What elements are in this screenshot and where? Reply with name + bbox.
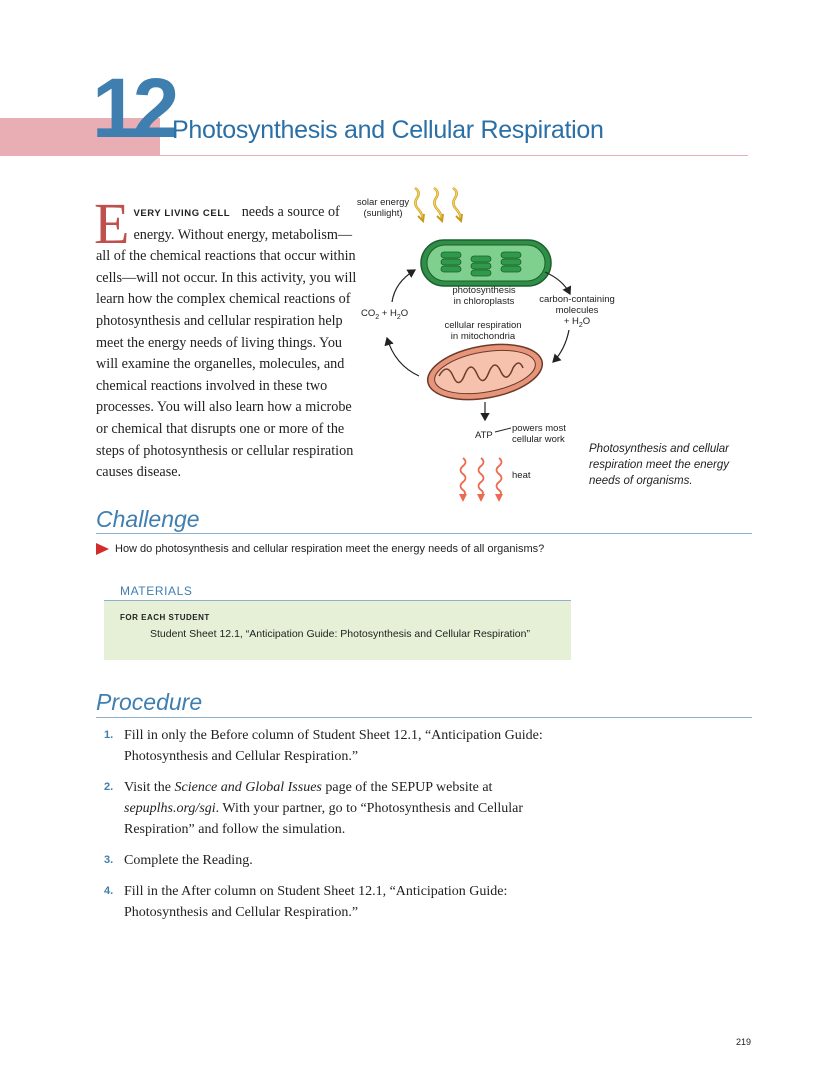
co2-plus-text: + H	[379, 308, 397, 319]
carbon-text-3: + H2O	[537, 316, 617, 331]
intro-body: needs a source of energy. Without energy…	[96, 204, 357, 481]
solar-energy-text: solar energy	[356, 197, 410, 208]
procedure-heading: Procedure	[96, 689, 203, 715]
step-text: Fill in the After column on Student Shee…	[124, 884, 508, 920]
procedure-step: 2. Visit the Science and Global Issues p…	[104, 777, 574, 840]
diagram-caption: Photosynthesis and cellular respiration …	[589, 443, 729, 487]
chloroplasts-text: in chloroplasts	[453, 296, 515, 307]
sunlight-arrows-icon	[414, 186, 463, 224]
step-text: Complete the Reading.	[124, 853, 253, 868]
atp-connector	[494, 427, 512, 433]
materials-heading: MATERIALS	[120, 584, 193, 598]
step-number: 2.	[104, 781, 114, 793]
co2-text: CO	[361, 308, 376, 319]
triangle-bullet-icon	[96, 543, 109, 556]
heat-arrows-icon	[459, 457, 503, 502]
procedure-rule	[96, 717, 752, 718]
respiration-text: cellular respiration	[444, 320, 522, 331]
energy-cycle-diagram: solar energy (sunlight) photosynthesis i…	[355, 180, 615, 510]
atp-label: ATP	[475, 430, 493, 441]
challenge-heading: Challenge	[96, 506, 200, 532]
carbon-text-2: molecules	[555, 305, 599, 316]
step-number: 1.	[104, 729, 114, 741]
drop-cap: E	[94, 191, 130, 256]
solar-energy-label: solar energy (sunlight)	[355, 197, 411, 219]
step-number: 3.	[104, 854, 114, 866]
heat-label: heat	[512, 470, 531, 481]
step-text: Fill in only the Before column of Studen…	[124, 728, 543, 764]
diagram-graphic	[384, 186, 572, 502]
mitochondria-text: in mitochondria	[450, 331, 516, 342]
sunlight-text: (sunlight)	[363, 208, 403, 219]
challenge-question: How do photosynthesis and cellular respi…	[96, 543, 545, 556]
carbon-text-3-post: O	[582, 316, 591, 327]
carbon-text-3-pre: + H	[563, 316, 579, 327]
materials-box: FOR EACH STUDENT Student Sheet 12.1, “An…	[104, 600, 571, 660]
carbon-text-1: carbon-containing	[539, 294, 615, 305]
respiration-label: cellular respiration in mitochondria	[433, 320, 533, 342]
challenge-question-text: How do photosynthesis and cellular respi…	[115, 543, 545, 555]
carbon-molecules-label: carbon-containing molecules + H2O	[537, 294, 617, 331]
chloroplast-icon	[420, 239, 552, 287]
materials-item: Student Sheet 12.1, “Anticipation Guide:…	[150, 628, 530, 640]
step-text-a: Visit the	[124, 780, 175, 795]
page-number: 219	[736, 1037, 752, 1047]
for-each-student-label: FOR EACH STUDENT	[120, 613, 210, 622]
step-text-italic: Science and Global Issues	[174, 780, 322, 795]
procedure-step: 3. Complete the Reading.	[104, 850, 574, 871]
mitochondrion-icon	[426, 343, 544, 401]
step-url-link[interactable]: sepuplhs.org/sgi	[124, 801, 216, 816]
h2o-o-text: O	[400, 308, 409, 319]
photosynthesis-label: photosynthesis in chloroplasts	[439, 285, 529, 307]
procedure-steps: 1. Fill in only the Before column of Stu…	[104, 725, 574, 933]
cellular-work-text: cellular work	[512, 434, 565, 445]
chapter-title: Photosynthesis and Cellular Respiration	[172, 116, 604, 144]
intro-paragraph: E very living cell needs a source of ene…	[94, 191, 362, 484]
chapter-number: 12	[92, 61, 179, 155]
chapter-rule	[160, 155, 748, 156]
challenge-rule	[96, 533, 752, 534]
intro-lead: very living cell	[133, 208, 231, 219]
co2-h2o-label: CO2 + H2O	[361, 308, 408, 323]
step-text-b: page of the SEPUP website at	[321, 780, 493, 795]
photosynthesis-text: photosynthesis	[452, 285, 516, 296]
procedure-step: 1. Fill in only the Before column of Stu…	[104, 725, 574, 767]
powers-work-label: powers most cellular work	[512, 423, 566, 445]
procedure-step: 4. Fill in the After column on Student S…	[104, 881, 574, 923]
step-number: 4.	[104, 885, 114, 897]
powers-text: powers most	[512, 423, 566, 434]
